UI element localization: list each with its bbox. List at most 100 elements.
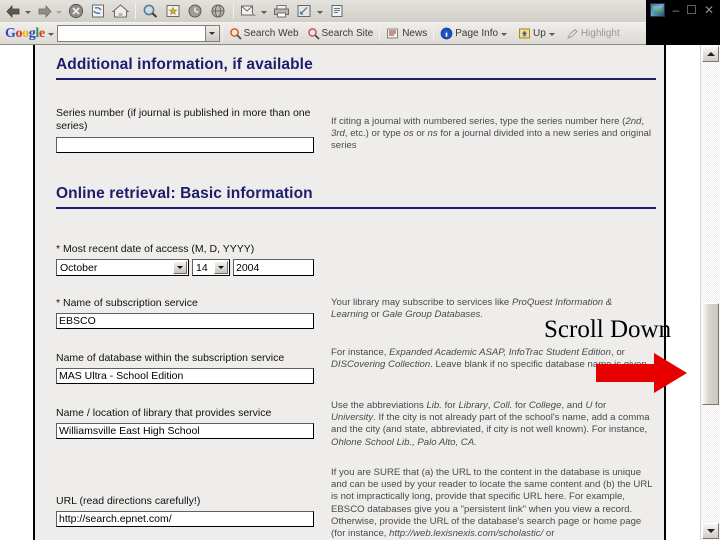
history-clock-icon [188, 4, 202, 18]
month-select[interactable]: October [56, 259, 189, 276]
google-highlight-button[interactable]: Highlight [562, 24, 624, 44]
page-info-caret-icon[interactable] [501, 33, 508, 36]
google-search-history-dropdown[interactable] [204, 25, 220, 42]
google-toolbar-separator-3 [433, 26, 435, 41]
print-button[interactable] [270, 1, 293, 21]
up-folder-icon [519, 28, 530, 39]
scrollbar-thumb[interactable] [702, 303, 719, 405]
section-rule-2 [56, 207, 656, 209]
day-select-arrow[interactable] [214, 261, 228, 274]
scroll-up-button[interactable] [702, 46, 719, 62]
edit-caret-icon[interactable] [317, 10, 323, 14]
back-arrow-icon [6, 4, 20, 18]
day-select-value: 14 [196, 261, 208, 274]
back-button[interactable] [3, 1, 24, 21]
url-label: URL (read directions carefully!) [56, 495, 201, 507]
date-of-access-label: * Most recent date of access (M, D, YYYY… [56, 243, 255, 255]
media-globe-icon [211, 4, 225, 18]
google-logo[interactable]: Google [2, 26, 47, 42]
stop-icon [68, 3, 84, 19]
refresh-icon [92, 4, 104, 18]
window-controls: – ☐ ✕ [646, 0, 720, 20]
page-info-icon [440, 27, 453, 40]
google-page-info-label: Page Info [455, 28, 499, 39]
favorites-button[interactable] [162, 1, 184, 21]
scroll-down-button[interactable] [702, 523, 719, 539]
url-input[interactable]: http://search.epnet.com/ [56, 511, 314, 527]
google-toolbar-separator-1 [221, 26, 223, 41]
toolbar-separator [135, 3, 136, 19]
google-up-label: Up [533, 28, 546, 39]
media-button[interactable] [207, 1, 230, 21]
google-highlight-label: Highlight [580, 28, 620, 39]
chevron-down-icon [218, 266, 224, 269]
discuss-icon [331, 5, 343, 17]
page-right-margin [666, 45, 700, 540]
mail-button[interactable] [237, 1, 260, 21]
back-history-caret-icon[interactable] [25, 10, 31, 14]
edit-button[interactable] [293, 1, 316, 21]
up-caret-icon[interactable] [548, 33, 555, 36]
page-left-margin [0, 45, 33, 540]
chevron-down-icon [209, 32, 216, 35]
triangle-up-icon [706, 52, 715, 56]
google-magnifier-icon [229, 28, 242, 40]
chevron-down-icon [177, 266, 183, 269]
series-number-label: Series number (if journal is published i… [56, 107, 311, 132]
google-menu-caret-icon[interactable] [47, 33, 54, 36]
month-select-value: October [60, 261, 98, 274]
subscription-service-input[interactable]: EBSCO [56, 313, 314, 329]
google-site-magnifier-icon [307, 28, 320, 40]
minimize-button[interactable]: – [672, 4, 679, 16]
month-select-arrow[interactable] [173, 261, 187, 274]
google-toolbar: Google Search Web Search Site News Page … [0, 22, 646, 44]
section-heading-online-retrieval: Online retrieval: Basic information [56, 185, 313, 202]
subscription-service-label: * Name of subscription service [56, 297, 198, 309]
database-name-input[interactable]: MAS Ultra - School Edition [56, 368, 314, 384]
refresh-button[interactable] [87, 1, 109, 21]
mail-icon [241, 5, 256, 16]
series-number-help: If citing a journal with numbered series… [331, 116, 652, 152]
home-button[interactable] [109, 1, 132, 21]
year-input[interactable]: 2004 [233, 259, 314, 276]
scroll-down-annotation-label: Scroll Down [544, 316, 672, 343]
google-page-info-button[interactable]: Page Info [436, 24, 514, 44]
web-page-content: Additional information, if available Ser… [35, 45, 700, 540]
search-button[interactable] [139, 1, 162, 21]
day-select[interactable]: 14 [192, 259, 230, 276]
google-news-button[interactable]: News [382, 24, 431, 44]
section-heading-additional-information: Additional information, if available [56, 56, 313, 73]
forward-history-caret-icon[interactable] [56, 10, 62, 14]
browser-chrome: Google Search Web Search Site News Page … [0, 0, 646, 45]
edit-page-icon [297, 5, 311, 17]
database-name-label: Name of database within the subscription… [56, 352, 285, 364]
home-icon [111, 4, 130, 18]
toolbar-separator-2 [233, 3, 234, 19]
series-number-input[interactable] [56, 137, 314, 153]
forward-arrow-icon [38, 4, 52, 18]
google-search-site-label: Search Site [321, 28, 374, 39]
google-search-input[interactable] [56, 25, 205, 42]
library-name-input[interactable]: Williamsville East High School [56, 423, 314, 439]
discuss-button[interactable] [326, 1, 348, 21]
google-up-button[interactable]: Up [514, 24, 562, 44]
stop-button[interactable] [65, 1, 87, 21]
search-icon [143, 4, 158, 18]
library-name-label: Name / location of library that provides… [56, 407, 272, 419]
favorites-star-icon [166, 5, 180, 17]
maximize-button[interactable]: ☐ [686, 4, 697, 16]
google-search-web-button[interactable]: Search Web [225, 24, 303, 44]
forward-button[interactable] [34, 1, 55, 21]
google-search-site-button[interactable]: Search Site [303, 24, 378, 44]
mail-caret-icon[interactable] [261, 10, 267, 14]
printer-icon [274, 5, 289, 18]
close-button[interactable]: ✕ [704, 4, 714, 16]
section-rule-1 [56, 78, 656, 80]
screenshot-root: Google Search Web Search Site News Page … [0, 0, 720, 540]
window-app-icon [650, 3, 666, 17]
page-scrollbar[interactable] [700, 45, 720, 540]
google-news-label: News [402, 28, 428, 39]
highlight-pen-icon [566, 28, 578, 39]
history-button[interactable] [184, 1, 207, 21]
navigation-toolbar [0, 0, 646, 22]
